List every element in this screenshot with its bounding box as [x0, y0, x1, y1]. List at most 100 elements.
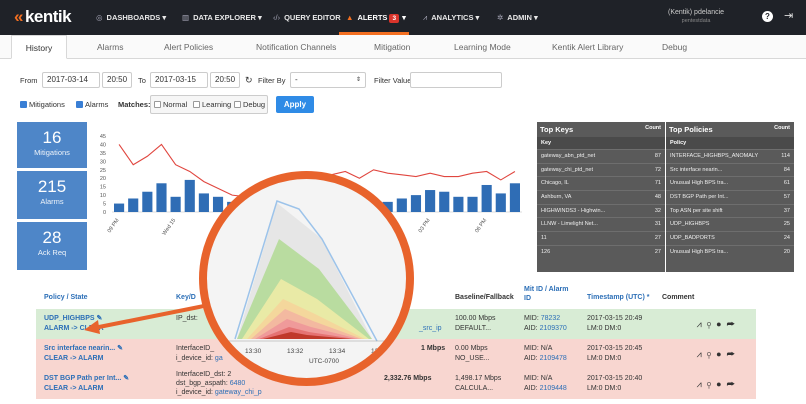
- panel-row[interactable]: Ashburn, VA 48: [537, 190, 665, 204]
- share-icon[interactable]: ➦: [727, 379, 740, 389]
- tab-notification-channels[interactable]: Notification Channels: [256, 35, 336, 59]
- from-time-input[interactable]: 20:50: [102, 72, 132, 88]
- binoculars-icon[interactable]: ●: [716, 319, 726, 329]
- panel-row-count: 31: [654, 221, 661, 228]
- share-icon[interactable]: ➦: [727, 349, 740, 359]
- learning-checkbox[interactable]: Learning: [193, 100, 231, 109]
- alert-count-badge: 3: [389, 14, 400, 23]
- chart-bar: [170, 196, 181, 212]
- normal-checkbox[interactable]: Normal: [154, 100, 187, 109]
- panel-row[interactable]: gateway_chi_ptd_net 72: [537, 162, 665, 177]
- panel-row-label: Src interface nearin...: [670, 166, 723, 173]
- panel-row[interactable]: 11 27: [537, 231, 665, 245]
- debug-checkbox[interactable]: Debug: [234, 100, 265, 109]
- chart-bar: [467, 196, 478, 212]
- policy-link[interactable]: Src interface nearin... ✎: [44, 344, 123, 353]
- panel-row[interactable]: DST BGP Path per Int... 57: [666, 190, 794, 204]
- panel-row-label: INTERFACE_HIGHBPS_ANOMALY: [670, 153, 759, 159]
- x-tick-label: 09 PM: [107, 217, 121, 234]
- alarms-stat[interactable]: 215 Alarms: [17, 171, 87, 219]
- nav-query-editor[interactable]: ‹/› QUERY EDITOR: [273, 13, 341, 22]
- panel-row[interactable]: INTERFACE_HIGHBPS_ANOMALY 114: [666, 149, 794, 163]
- col-timestamp[interactable]: Timestamp (UTC) *: [587, 294, 650, 301]
- ack-req-stat[interactable]: 28 Ack Req: [17, 222, 87, 270]
- lm-dm-text: LM:0 DM:0: [587, 355, 622, 362]
- tab-alert-policies[interactable]: Alert Policies: [164, 35, 213, 59]
- panel-row-count: 48: [654, 194, 661, 201]
- mitigations-stat[interactable]: 16 Mitigations: [17, 122, 87, 168]
- panel-row-label: LLNW - Limelight Net...: [541, 221, 598, 228]
- panel-row[interactable]: Unusual High BPS tra... 61: [666, 176, 794, 190]
- tab-learning-mode[interactable]: Learning Mode: [454, 35, 511, 59]
- dashboard-icon: ◎: [96, 13, 103, 22]
- filter-by-label: Filter By: [258, 76, 286, 85]
- code-icon: ‹/›: [273, 13, 281, 22]
- tab-alarms[interactable]: Alarms: [97, 35, 123, 59]
- device-text: i_device_id: gateway_chi_p: [176, 389, 262, 396]
- panel-row[interactable]: Top ASN per site shift 37: [666, 203, 794, 218]
- panel-row-count: 24: [783, 235, 790, 242]
- y-tick-label: 0: [103, 210, 106, 216]
- aid-text: AID: 2109448: [524, 385, 567, 392]
- policy-link[interactable]: DST BGP Path per Int... ✎: [44, 374, 129, 383]
- line-chart-icon[interactable]: ⩘: [697, 379, 707, 389]
- from-date-input[interactable]: 2017-03-14: [42, 72, 100, 88]
- search-icon[interactable]: ⚲: [707, 379, 716, 389]
- binoculars-icon[interactable]: ●: [716, 349, 726, 359]
- share-icon[interactable]: ➦: [727, 319, 740, 329]
- nav-alerts[interactable]: ▲ ALERTS 3 ▾: [346, 13, 406, 23]
- user-menu[interactable]: (Kentik) pdelancie pentestdata: [668, 8, 724, 26]
- y-tick-label: 45: [100, 134, 106, 140]
- line-chart-icon[interactable]: ⩘: [697, 319, 707, 329]
- logout-icon[interactable]: ⇥: [784, 9, 793, 22]
- help-icon[interactable]: ?: [762, 11, 773, 22]
- panel-row-count: 87: [654, 153, 661, 159]
- panel-row[interactable]: Unusual High BPS tra... 20: [666, 244, 794, 259]
- kentik-logo[interactable]: «kentik: [14, 7, 72, 27]
- apply-button[interactable]: Apply: [276, 96, 314, 113]
- nav-data-explorer[interactable]: ▥ DATA EXPLORER ▾: [182, 13, 262, 22]
- tab-debug[interactable]: Debug: [662, 35, 687, 59]
- panel-row[interactable]: UDP_HIGHBPS 25: [666, 217, 794, 231]
- col-alarm-id[interactable]: ID: [524, 295, 531, 302]
- line-chart-icon[interactable]: ⩘: [697, 349, 707, 359]
- to-date-input[interactable]: 2017-03-15: [150, 72, 208, 88]
- row-actions: ⩘⚲●➦: [697, 349, 740, 360]
- binoculars-icon[interactable]: ●: [716, 379, 726, 389]
- tab-kentik-alert-library[interactable]: Kentik Alert Library: [552, 35, 623, 59]
- panel-row[interactable]: Chicago, IL 71: [537, 176, 665, 190]
- search-icon[interactable]: ⚲: [707, 319, 716, 329]
- panel-row[interactable]: gateway_abn_ptd_net 87: [537, 149, 665, 163]
- refresh-icon[interactable]: ↻: [245, 75, 253, 86]
- panel-row[interactable]: LLNW - Limelight Net... 31: [537, 217, 665, 231]
- nav-dashboards[interactable]: ◎ DASHBOARDS ▾: [96, 13, 166, 22]
- chart-bar: [425, 190, 436, 212]
- tab-mitigation[interactable]: Mitigation: [374, 35, 410, 59]
- nav-admin[interactable]: ✲ ADMIN ▾: [497, 13, 538, 22]
- chart-bar: [495, 193, 506, 212]
- alerts-tabs: History Alarms Alert Policies Notificati…: [0, 35, 806, 59]
- panel-row-label: DST BGP Path per Int...: [670, 194, 729, 201]
- baseline-mode: DEFAULT...: [455, 325, 492, 332]
- search-icon[interactable]: ⚲: [707, 349, 716, 359]
- timestamp: 2017-03-15 20:45: [587, 345, 643, 352]
- nav-analytics[interactable]: ⩘ ANALYTICS ▾: [423, 13, 479, 23]
- panel-row[interactable]: 126 27: [537, 244, 665, 259]
- panel-row[interactable]: Src interface nearin... 84: [666, 162, 794, 177]
- panel-row[interactable]: UDP_BADPORTS 24: [666, 231, 794, 245]
- col-mit-id[interactable]: Mit ID / Alarm: [524, 286, 568, 293]
- filter-by-select[interactable]: - ⇕: [290, 72, 366, 88]
- chart-icon: ▥: [182, 13, 190, 22]
- panel-row[interactable]: HIGHWINDS3 - Highwin... 32: [537, 203, 665, 218]
- y-tick-label: 25: [100, 168, 106, 174]
- to-time-input[interactable]: 20:50: [210, 72, 240, 88]
- mid-text: MID: N/A: [524, 375, 553, 382]
- alarms-checkbox[interactable]: Alarms: [76, 100, 108, 109]
- analytics-icon: ⩘: [423, 13, 428, 22]
- mitigations-checkbox[interactable]: Mitigations: [20, 100, 65, 109]
- y-tick-label: 20: [100, 176, 106, 182]
- panel-row-label: UDP_HIGHBPS: [670, 221, 710, 228]
- filter-value-input[interactable]: [410, 72, 502, 88]
- chart-bar: [439, 191, 450, 212]
- tab-history[interactable]: History: [11, 35, 67, 59]
